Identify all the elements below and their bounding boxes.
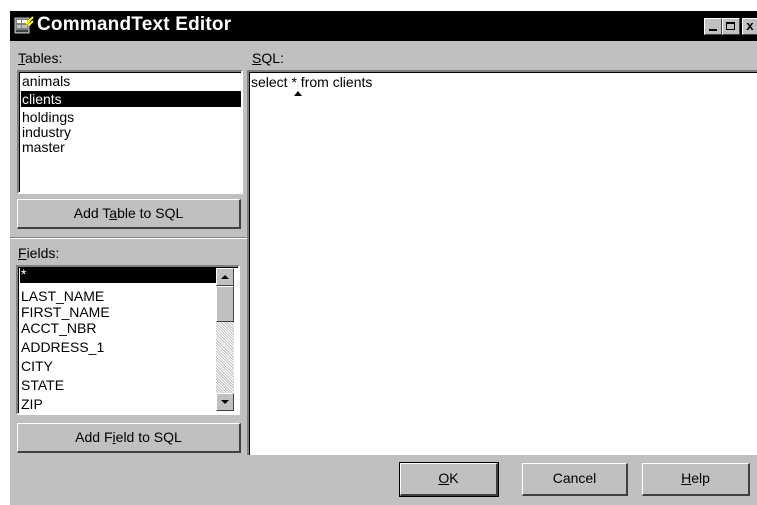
sql-label: SQL: [252,50,284,66]
scroll-down-button[interactable] [216,393,234,411]
arrow-down-icon [221,400,229,404]
tables-listbox[interactable]: animals clients holdings industry master [17,70,243,194]
field-item-acct-nbr[interactable]: ACCT_NBR [20,320,96,336]
close-button[interactable]: x [742,18,757,35]
arrow-up-icon [221,275,229,279]
table-item-master[interactable]: master [21,139,241,155]
field-item-state[interactable]: STATE [20,377,64,393]
ok-button[interactable]: OK [399,462,499,497]
fields-label: Fields: [18,245,60,261]
add-table-button[interactable]: Add Table to SQL [17,199,241,229]
close-icon: x [746,18,754,33]
table-item-holdings[interactable]: holdings [21,109,241,125]
insertion-caret-icon [294,91,302,96]
scroll-up-button[interactable] [216,268,234,286]
field-item-last-name[interactable]: LAST_NAME [20,288,104,304]
scroll-thumb[interactable] [216,286,234,322]
field-item-address-1[interactable]: ADDRESS_1 [20,339,104,355]
help-button[interactable]: Help [642,463,750,496]
tables-label: Tables: [18,50,63,66]
commandtext-editor-window: CommandText Editor x Tables: animals cli… [9,10,757,505]
maximize-button[interactable] [722,18,740,35]
minimize-button[interactable] [704,18,722,35]
panel-divider [10,237,248,239]
field-item-first-name[interactable]: FIRST_NAME [20,304,110,320]
add-field-button[interactable]: Add Field to SQL [17,423,241,453]
field-item-star[interactable]: * [20,267,216,283]
window-title: CommandText Editor [37,14,232,35]
table-item-animals[interactable]: animals [21,73,241,89]
table-item-industry[interactable]: industry [21,124,241,140]
sql-editor[interactable]: select * from clients [247,70,757,455]
field-item-city[interactable]: CITY [20,358,53,374]
table-item-clients[interactable]: clients [21,91,241,107]
fields-listbox[interactable]: * LAST_NAME FIRST_NAME ACCT_NBR ADDRESS_… [16,265,240,415]
field-item-zip[interactable]: ZIP [20,396,43,412]
sql-text: select * from clients [251,74,373,90]
minimize-icon [709,29,717,31]
cancel-button[interactable]: Cancel [522,463,628,496]
fields-scrollbar[interactable] [216,268,234,411]
maximize-icon [726,22,735,30]
database-icon [14,16,34,34]
title-bar[interactable]: CommandText Editor x [10,11,757,41]
